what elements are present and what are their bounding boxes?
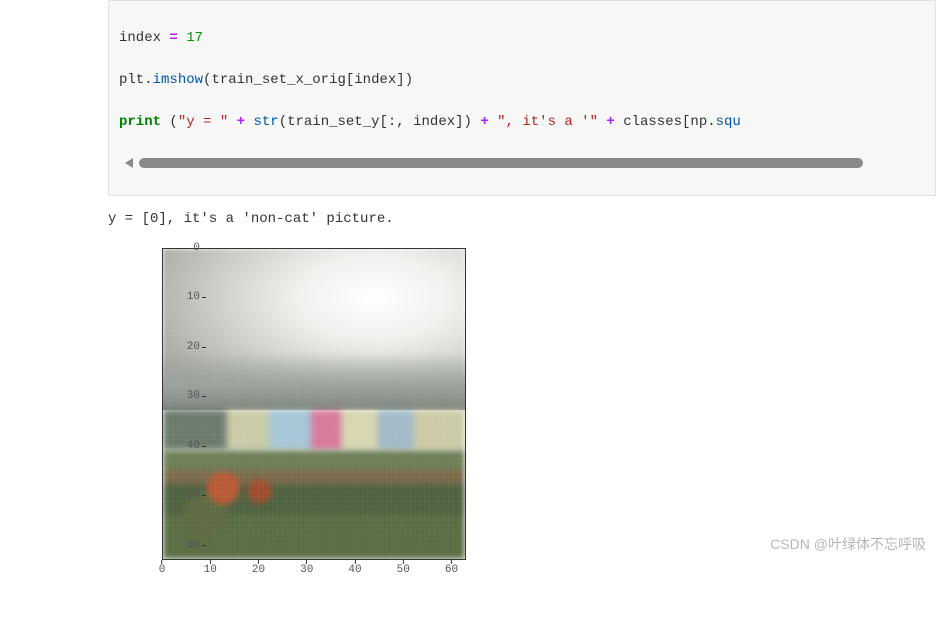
scroll-left-icon[interactable] xyxy=(125,158,133,168)
image-region-ground xyxy=(163,450,465,559)
x-tick: 10 xyxy=(204,564,217,576)
output-area: y = [0], it's a 'non-cat' picture. 0 10 20… xyxy=(108,210,936,620)
y-tick: 40 xyxy=(160,440,200,452)
image-region-sky xyxy=(163,249,465,410)
x-tick: 30 xyxy=(300,564,313,576)
y-tick: 20 xyxy=(160,341,200,353)
code-line-3: print ("y = " + str(train_set_y[:, index… xyxy=(119,112,925,133)
image-region-buildings xyxy=(163,410,465,450)
y-tick: 60 xyxy=(160,539,200,551)
horizontal-scrollbar[interactable] xyxy=(125,158,919,168)
x-tick: 60 xyxy=(445,564,458,576)
y-tick: 30 xyxy=(160,390,200,402)
matplotlib-figure: 0 10 20 30 40 50 60 0 10 20 30 40 50 60 xyxy=(108,240,488,620)
y-tick: 50 xyxy=(160,489,200,501)
code-line-2: plt.imshow(train_set_x_orig[index]) xyxy=(119,70,925,91)
stdout-text: y = [0], it's a 'non-cat' picture. xyxy=(108,210,936,230)
y-tick: 10 xyxy=(160,291,200,303)
code-cell: index = 17 plt.imshow(train_set_x_orig[i… xyxy=(108,0,936,196)
code-line-1: index = 17 xyxy=(119,28,925,49)
x-tick: 40 xyxy=(348,564,361,576)
scrollbar-thumb[interactable] xyxy=(139,158,863,168)
x-tick: 50 xyxy=(397,564,410,576)
x-tick: 20 xyxy=(252,564,265,576)
x-tick: 0 xyxy=(159,564,166,576)
watermark-text: CSDN @叶绿体不忘呼吸 xyxy=(770,534,926,554)
y-tick: 0 xyxy=(160,242,200,254)
image-plot xyxy=(162,248,466,560)
